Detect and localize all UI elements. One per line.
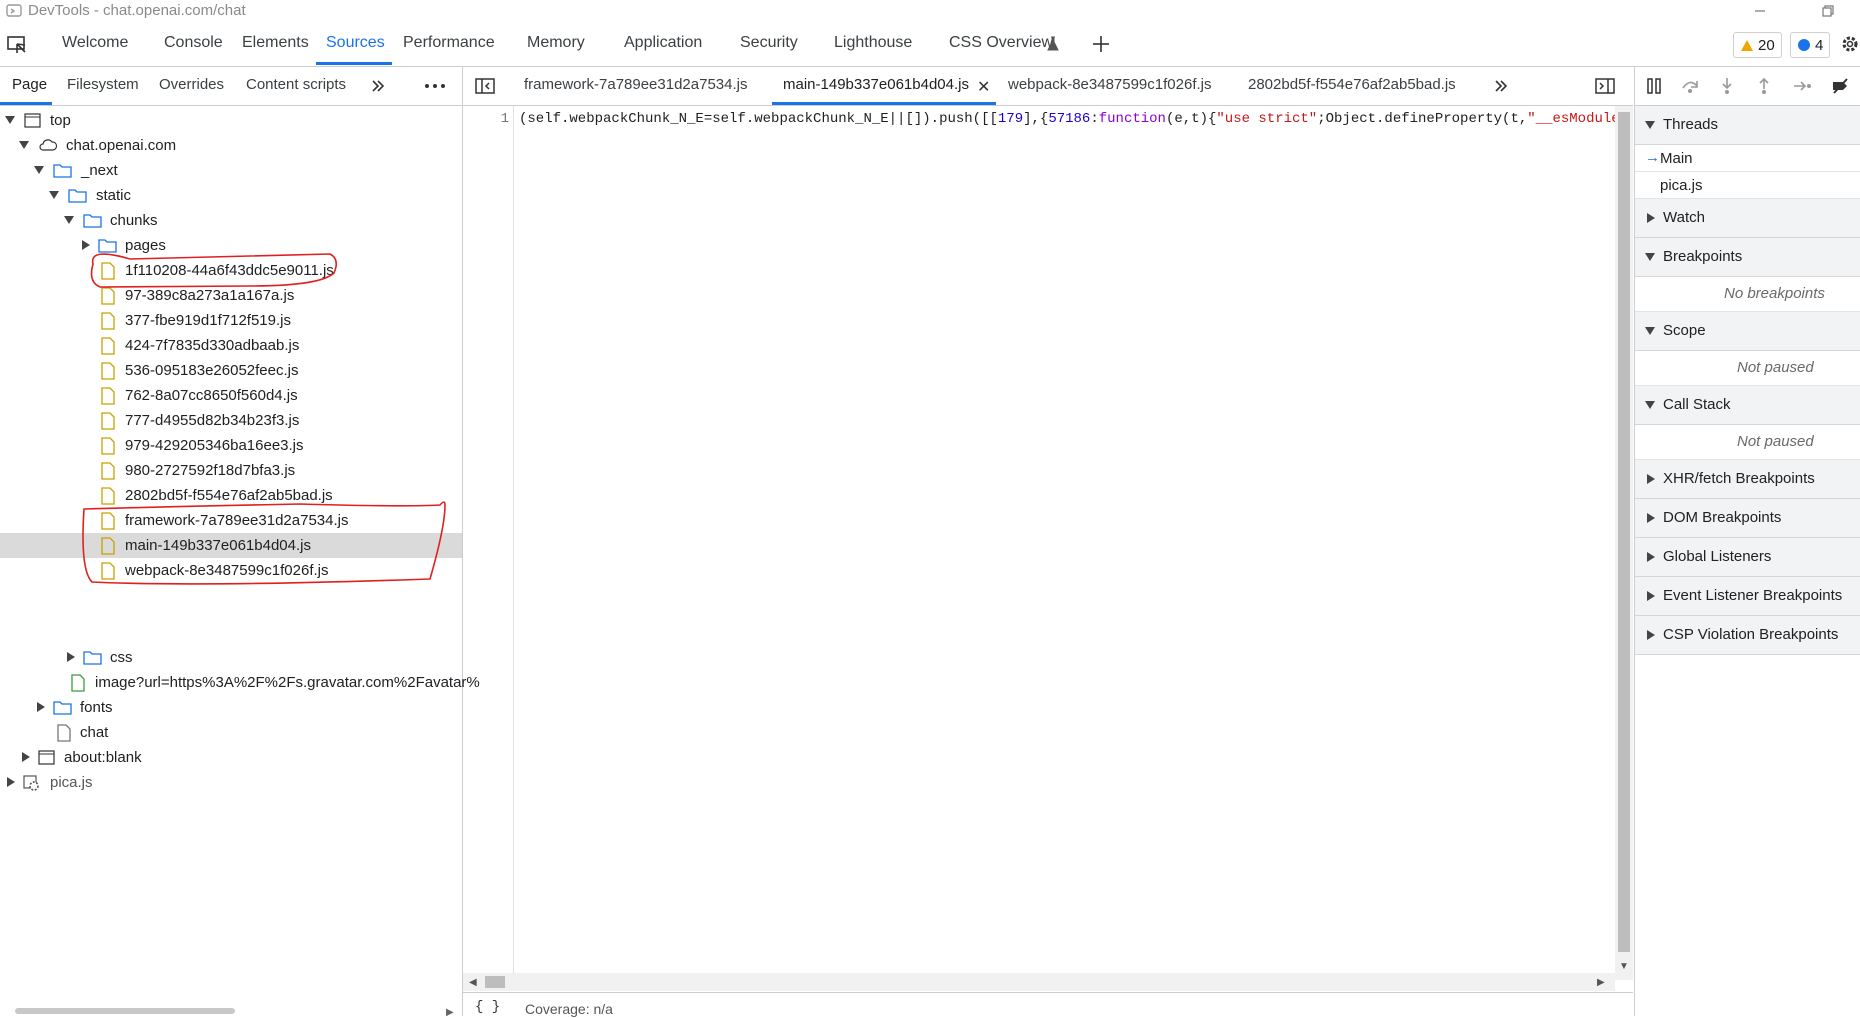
step-out-icon[interactable]: [1757, 77, 1771, 95]
message-icon: [1798, 39, 1810, 51]
tab-elements[interactable]: Elements: [242, 34, 309, 52]
scroll-right-arrow-icon[interactable]: ▶: [446, 1007, 454, 1018]
event-listener-breakpoints-section-header[interactable]: Event Listener Breakpoints: [1635, 577, 1860, 616]
add-tab-plus-icon[interactable]: [1090, 33, 1112, 55]
editor-vertical-scrollbar-track[interactable]: ▼: [1615, 106, 1633, 980]
close-tab-icon[interactable]: ✕: [977, 77, 990, 97]
warnings-badge[interactable]: 20: [1733, 32, 1782, 58]
code-line[interactable]: (self.webpackChunk_N_E=self.webpackChunk…: [519, 111, 1637, 127]
dom-breakpoints-section-header[interactable]: DOM Breakpoints: [1635, 499, 1860, 538]
debugger-panel: Threads → Main pica.js Watch Breakpoints…: [1634, 67, 1860, 1016]
tab-css-overview[interactable]: CSS Overview: [949, 34, 1053, 52]
messages-badge[interactable]: 4: [1790, 32, 1831, 58]
toggle-debugger-icon[interactable]: [1595, 78, 1615, 94]
scope-content: Not paused: [1635, 351, 1860, 386]
breakpoints-content: No breakpoints: [1635, 277, 1860, 312]
warning-icon: [1741, 39, 1753, 51]
deactivate-breakpoints-icon[interactable]: [1831, 77, 1849, 95]
window-title-bar: DevTools - chat.openai.com/chat: [0, 0, 1860, 22]
tab-console[interactable]: Console: [164, 34, 223, 52]
step-over-icon[interactable]: [1681, 78, 1699, 94]
editor-horizontal-scrollbar-track[interactable]: ◀ ▶: [463, 973, 1615, 991]
tab-welcome[interactable]: Welcome: [62, 34, 128, 52]
editor-horizontal-scrollbar-thumb[interactable]: [485, 976, 505, 988]
messages-count: 4: [1815, 36, 1824, 54]
global-listeners-section-header[interactable]: Global Listeners: [1635, 538, 1860, 577]
inspect-element-icon[interactable]: [6, 34, 28, 56]
navigator-horizontal-scrollbar[interactable]: [15, 1008, 235, 1014]
active-tab-indicator: [316, 62, 392, 65]
editor-tab-webpack[interactable]: webpack-8e3487599c1f026f.js: [1008, 76, 1211, 93]
navigator-panel: Page Filesystem Overrides Content script…: [0, 67, 480, 1018]
devtools-app-icon: [6, 3, 22, 19]
step-icon[interactable]: [1793, 80, 1811, 92]
debugger-toolbar: [1635, 67, 1860, 106]
experiment-flask-icon: [1046, 36, 1060, 52]
red-annotation-overlay: [82, 253, 446, 585]
tab-performance[interactable]: Performance: [403, 34, 495, 52]
toggle-navigator-icon[interactable]: [475, 78, 495, 94]
xhr-breakpoints-section-header[interactable]: XHR/fetch Breakpoints: [1635, 460, 1860, 499]
tab-security[interactable]: Security: [740, 34, 798, 52]
pause-icon[interactable]: [1646, 78, 1662, 94]
minimize-icon[interactable]: [1740, 0, 1780, 22]
breakpoints-section-header[interactable]: Breakpoints: [1635, 238, 1860, 277]
window-title: DevTools - chat.openai.com/chat: [28, 2, 246, 19]
tab-sources[interactable]: Sources: [326, 34, 385, 52]
watch-section-header[interactable]: Watch: [1635, 199, 1860, 238]
tab-lighthouse[interactable]: Lighthouse: [834, 34, 912, 52]
thread-pica[interactable]: pica.js: [1635, 172, 1860, 199]
thread-main[interactable]: → Main: [1635, 145, 1860, 172]
line-number-gutter: 1: [463, 106, 514, 980]
scroll-left-arrow-icon[interactable]: ◀: [469, 977, 477, 988]
restore-icon[interactable]: [1808, 0, 1848, 22]
step-into-icon[interactable]: [1720, 77, 1734, 95]
line-number: 1: [500, 111, 509, 127]
warnings-count: 20: [1758, 36, 1775, 54]
editor-status-bar: { } Coverage: n/a: [463, 992, 1633, 1017]
call-stack-section-header[interactable]: Call Stack: [1635, 386, 1860, 425]
editor-active-tab-indicator: [772, 102, 996, 105]
current-thread-arrow-icon: →: [1645, 149, 1660, 166]
pretty-print-button[interactable]: { }: [475, 999, 500, 1015]
editor-tab-framework[interactable]: framework-7a789ee31d2a7534.js: [524, 76, 747, 93]
scroll-right-arrow-icon[interactable]: ▶: [1597, 977, 1605, 988]
threads-section-header[interactable]: Threads: [1635, 106, 1860, 145]
tab-memory[interactable]: Memory: [527, 34, 585, 52]
scroll-down-arrow-icon[interactable]: ▼: [1619, 961, 1629, 972]
call-stack-content: Not paused: [1635, 425, 1860, 460]
settings-gear-icon[interactable]: [1840, 34, 1860, 54]
editor-vertical-scrollbar-thumb[interactable]: [1618, 112, 1630, 952]
editor-tab-2802bd5f[interactable]: 2802bd5f-f554e76af2ab5bad.js: [1248, 76, 1456, 93]
editor-tab-bar: framework-7a789ee31d2a7534.js main-149b3…: [463, 67, 1633, 106]
csp-violation-breakpoints-section-header[interactable]: CSP Violation Breakpoints: [1635, 616, 1860, 655]
main-tab-bar: Welcome Console Elements Sources Perform…: [0, 24, 1860, 67]
coverage-status: Coverage: n/a: [525, 1001, 613, 1017]
scope-section-header[interactable]: Scope: [1635, 312, 1860, 351]
more-editor-tabs-chevron-icon[interactable]: [1493, 78, 1509, 94]
source-editor: framework-7a789ee31d2a7534.js main-149b3…: [463, 67, 1637, 1017]
editor-tab-main[interactable]: main-149b337e061b4d04.js: [783, 76, 969, 93]
tab-application[interactable]: Application: [624, 34, 702, 52]
